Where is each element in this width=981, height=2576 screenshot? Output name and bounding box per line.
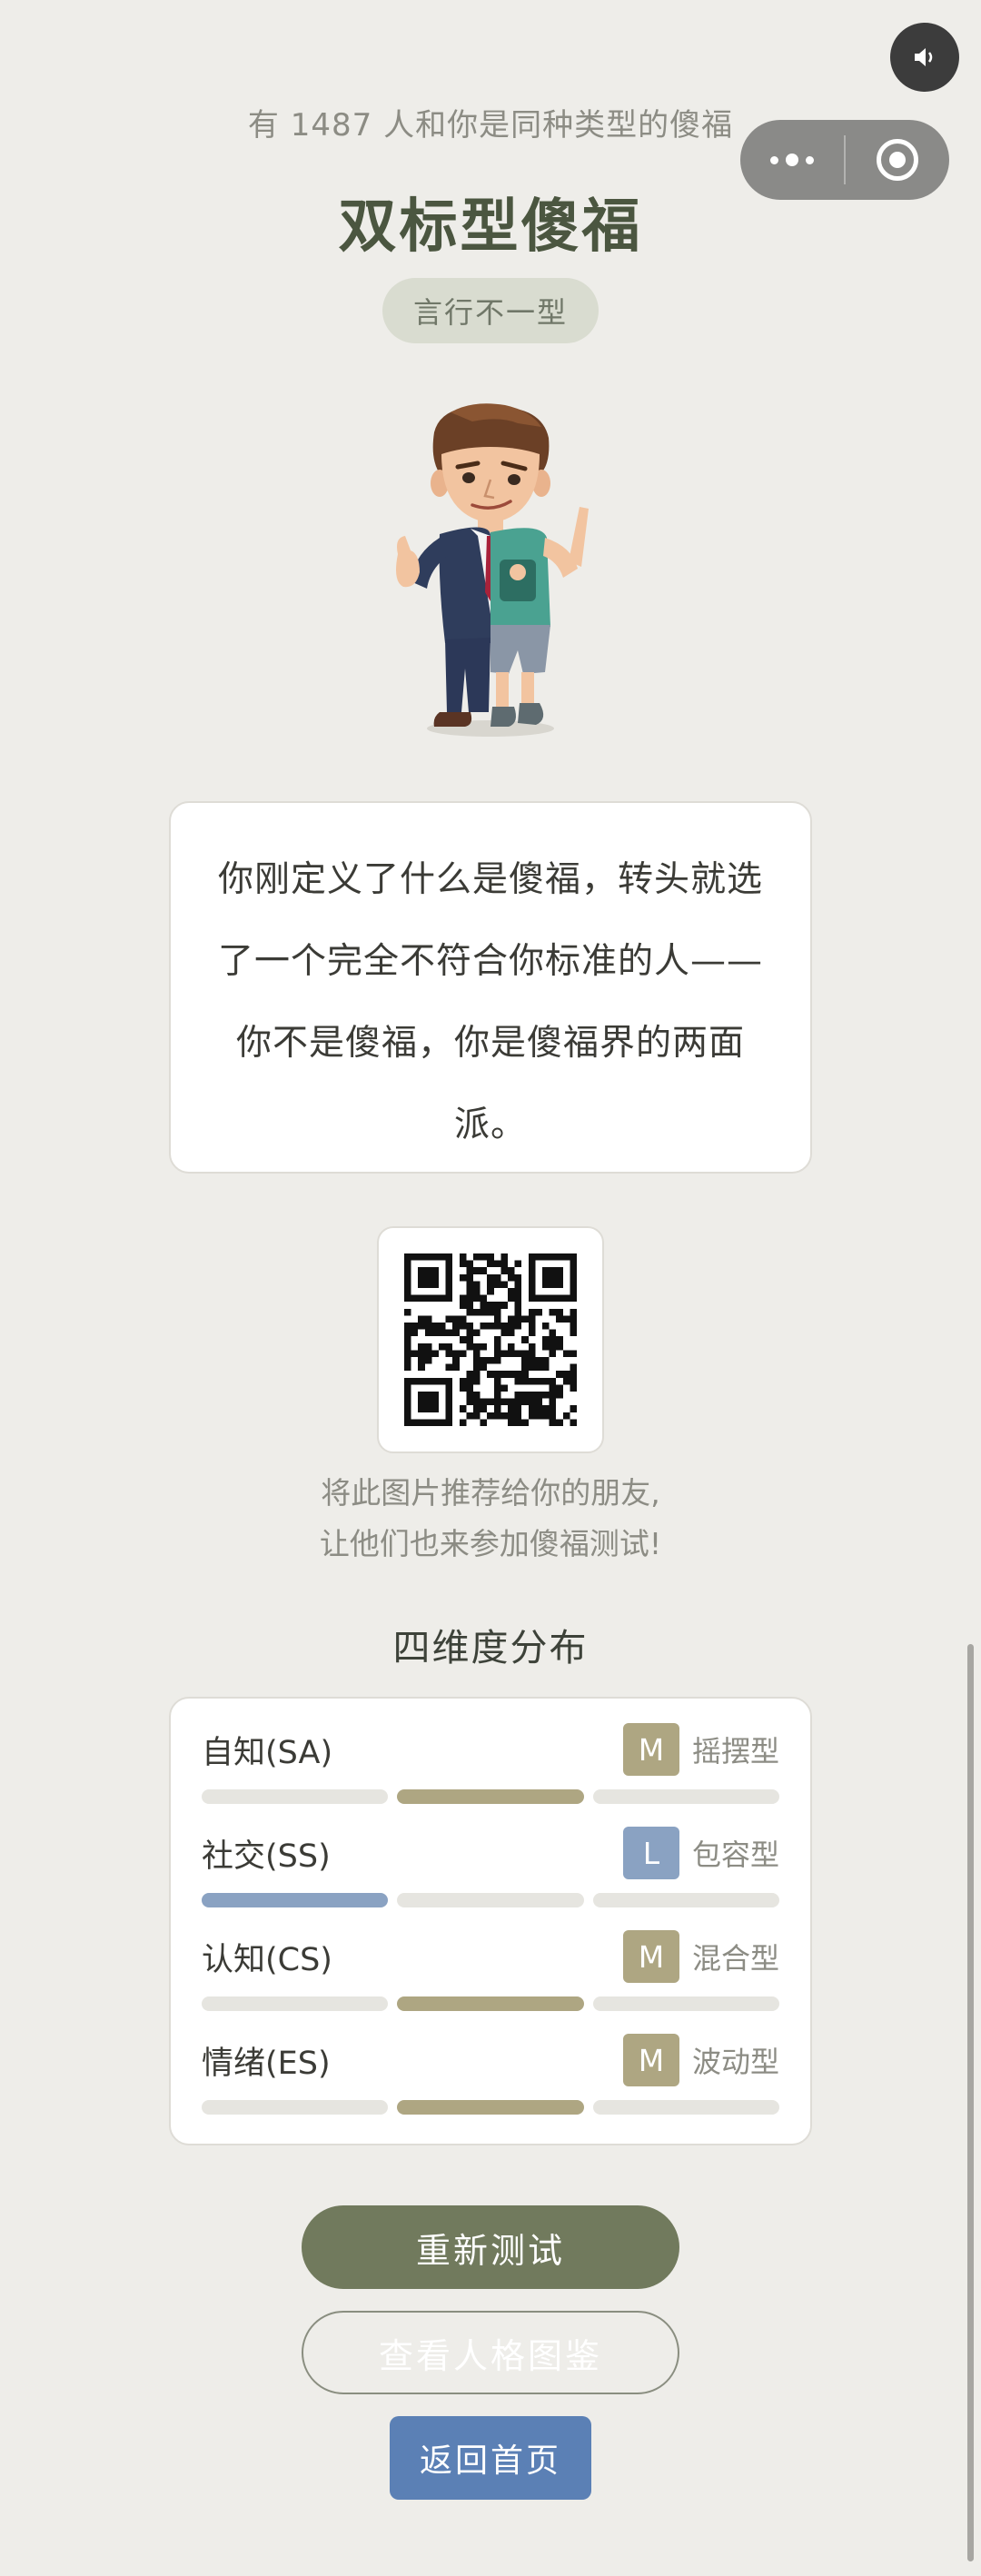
more-dots-icon: [770, 154, 814, 166]
description-card: 你刚定义了什么是傻福，转头就选了一个完全不符合你标准的人——你不是傻福，你是傻福…: [169, 801, 812, 1174]
dimension-level-badge: L: [622, 1827, 679, 1879]
level-bar-medium: [397, 2100, 584, 2115]
personality-gallery-button[interactable]: 查看人格图鉴: [302, 2311, 679, 2394]
back-home-button[interactable]: 返回首页: [390, 2416, 591, 2500]
dimension-level-bars: [202, 1996, 779, 2011]
dimension-row: 自知(SA) M 摇摆型: [202, 1720, 779, 1824]
dimension-label: 情绪(ES): [202, 2045, 331, 2082]
dimension-type: 包容型: [691, 1838, 779, 1872]
dimensions-title: 四维度分布: [392, 1626, 589, 1669]
level-bar-medium: [397, 1789, 584, 1804]
share-hint: 将此图片推荐给你的朋友, 让他们也来参加傻福测试!: [0, 1468, 981, 1570]
level-bar-high: [592, 1996, 779, 2011]
cartoon-avatar: [396, 403, 589, 737]
qr-code: [404, 1253, 577, 1426]
level-bar-high: [592, 1789, 779, 1804]
same-type-count: 有 1487 人和你是同种类型的傻福: [247, 107, 734, 144]
description-text: 你刚定义了什么是傻福，转头就选了一个完全不符合你标准的人——你不是傻福，你是傻福…: [217, 859, 763, 1145]
retest-button[interactable]: 重新测试: [302, 2205, 679, 2289]
level-bar-high: [592, 1893, 779, 1907]
level-bar-low: [202, 2100, 389, 2115]
dimension-row: 社交(SS) L 包容型: [202, 1824, 779, 1927]
dimension-row: 情绪(ES) M 波动型: [202, 2031, 779, 2135]
result-title: 双标型傻福: [338, 193, 643, 261]
level-bar-medium: [397, 1996, 584, 2011]
level-bar-high: [592, 2100, 779, 2115]
level-bar-low: [202, 1893, 389, 1907]
dimension-level-badge: M: [622, 1930, 679, 1983]
dimension-row: 认知(CS) M 混合型: [202, 1927, 779, 2031]
dimension-level-bars: [202, 2100, 779, 2115]
result-subtype-tag: 言行不一型: [382, 278, 599, 343]
dimension-level-badge: M: [622, 2034, 679, 2086]
speaker-icon: [915, 48, 933, 66]
qr-code-container[interactable]: [377, 1226, 604, 1453]
dimension-type: 波动型: [691, 2045, 779, 2079]
dimension-label: 认知(CS): [202, 1941, 332, 1978]
miniprogram-close-icon: [877, 139, 918, 181]
dimension-level-bars: [202, 1789, 779, 1804]
dimension-level-badge: M: [622, 1723, 679, 1776]
share-hint-line2: 让他们也来参加傻福测试!: [319, 1526, 662, 1561]
share-hint-line1: 将此图片推荐给你的朋友,: [321, 1475, 660, 1511]
dimension-label: 社交(SS): [202, 1838, 331, 1875]
level-bar-low: [202, 1996, 389, 2011]
level-bar-low: [202, 1789, 389, 1804]
sound-toggle-button[interactable]: [890, 23, 959, 92]
dimension-label: 自知(SA): [202, 1734, 333, 1771]
result-page: 有 1487 人和你是同种类型的傻福 双标型傻福 言行不一型 你刚定义了什么是傻…: [0, 0, 981, 2576]
scrollbar[interactable]: [967, 1644, 974, 2561]
dimensions-card: 自知(SA) M 摇摆型 社交(SS) L 包容型 认知(CS) M 混合型 情…: [169, 1697, 812, 2145]
dimension-type: 混合型: [691, 1941, 779, 1976]
level-bar-medium: [397, 1893, 584, 1907]
dimension-level-bars: [202, 1893, 779, 1907]
dimension-type: 摇摆型: [691, 1734, 779, 1769]
